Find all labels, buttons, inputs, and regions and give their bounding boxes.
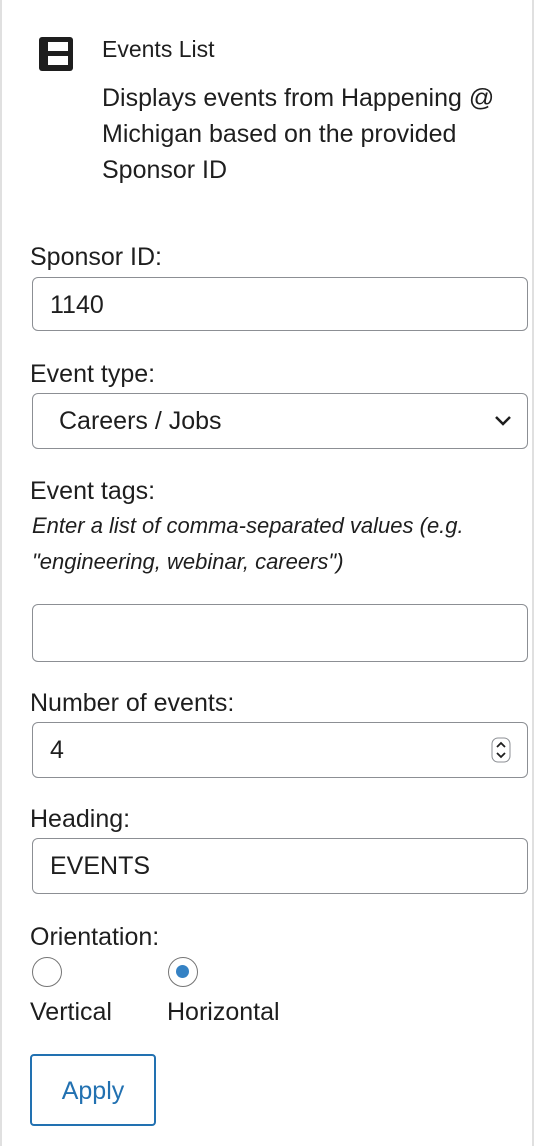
block-table-icon bbox=[39, 37, 73, 71]
sponsor-id-input[interactable]: 1140 bbox=[32, 277, 528, 331]
event-tags-hint: Enter a list of comma-separated values (… bbox=[32, 513, 464, 574]
number-of-events-input[interactable]: 4 bbox=[32, 722, 528, 778]
sponsor-id-value: 1140 bbox=[50, 291, 104, 319]
heading-value: EVENTS bbox=[50, 852, 151, 880]
event-tags-input[interactable] bbox=[32, 604, 528, 662]
orientation-vertical-radio[interactable] bbox=[32, 957, 62, 987]
heading-label: Heading: bbox=[30, 805, 131, 833]
event-type-select[interactable]: Careers / Jobs bbox=[32, 393, 528, 449]
number-of-events-label: Number of events: bbox=[30, 689, 235, 717]
number-of-events-value: 4 bbox=[50, 736, 64, 764]
event-tags-label: Event tags: bbox=[30, 477, 156, 505]
event-type-label: Event type: bbox=[30, 360, 156, 388]
chevron-down-icon bbox=[495, 416, 511, 426]
orientation-vertical-label[interactable]: Vertical bbox=[30, 997, 112, 1027]
block-title: Events List bbox=[102, 36, 215, 62]
sponsor-id-label: Sponsor ID: bbox=[30, 243, 163, 271]
panel-left-border bbox=[0, 0, 2, 1146]
events-list-block-panel: Events List Displays events from Happeni… bbox=[0, 0, 540, 1146]
heading-input[interactable]: EVENTS bbox=[32, 838, 528, 894]
apply-button[interactable]: Apply bbox=[30, 1054, 156, 1126]
block-description: Displays events from Happening @ Michiga… bbox=[102, 84, 495, 184]
orientation-horizontal-label[interactable]: Horizontal bbox=[167, 997, 280, 1027]
orientation-horizontal-radio[interactable] bbox=[168, 957, 198, 987]
spinner-icon[interactable] bbox=[491, 737, 511, 763]
event-type-value: Careers / Jobs bbox=[59, 407, 222, 435]
orientation-label: Orientation: bbox=[30, 923, 160, 951]
